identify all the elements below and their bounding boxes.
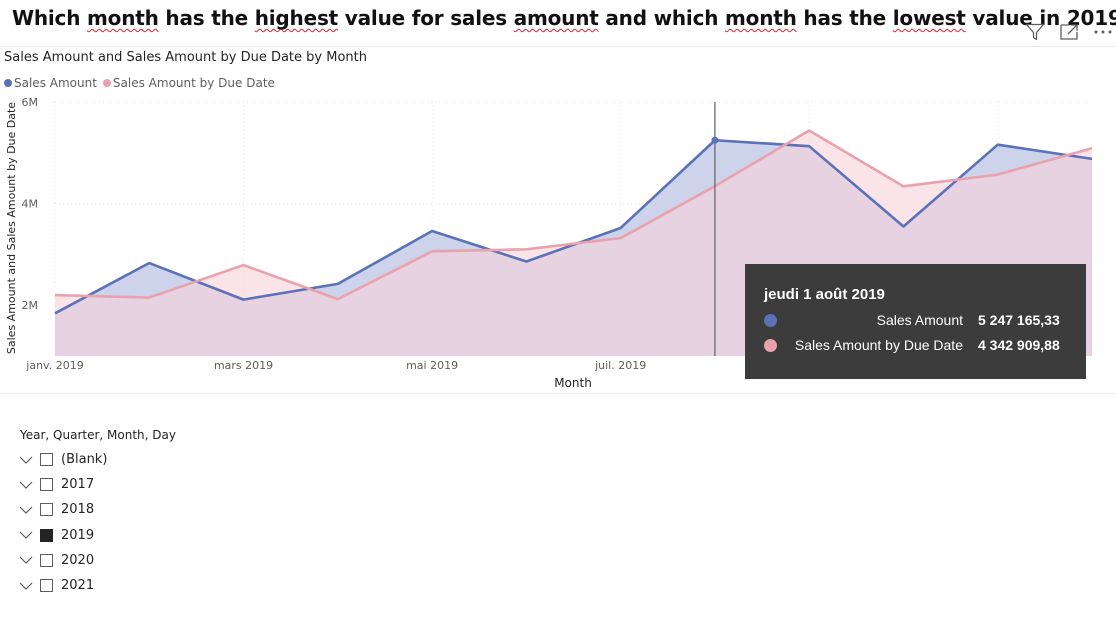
data-point xyxy=(807,144,811,148)
data-point xyxy=(430,229,434,233)
tooltip-row-sales-by-due-date: Sales Amount by Due Date 4 342 909,88 xyxy=(764,335,1066,355)
checkbox[interactable] xyxy=(40,478,53,492)
data-point xyxy=(619,236,623,240)
data-point xyxy=(336,297,340,301)
tooltip-value: 5 247 165,33 xyxy=(978,312,1060,328)
tooltip-value: 4 342 909,88 xyxy=(978,337,1060,353)
checkbox[interactable] xyxy=(40,453,53,467)
data-point xyxy=(996,143,1000,147)
date-hierarchy-slicer: (Blank) 2017 2018 2019 2020 2021 xyxy=(18,447,107,598)
data-point xyxy=(430,249,434,253)
data-point xyxy=(524,247,528,251)
slicer-item-label: 2017 xyxy=(61,477,95,493)
tooltip-label: Sales Amount xyxy=(876,312,963,328)
chevron-down-icon[interactable] xyxy=(18,454,34,466)
y-tick-label: 4M xyxy=(22,198,39,211)
slicer-item-label: 2018 xyxy=(61,502,95,518)
slicer-item-2021[interactable]: 2021 xyxy=(18,573,107,598)
chart-tooltip: jeudi 1 août 2019 Sales Amount 5 247 165… xyxy=(745,264,1086,379)
series-dot-icon xyxy=(764,313,777,327)
x-axis-title: Month xyxy=(554,376,592,390)
data-point xyxy=(901,224,905,228)
slicer-item-label: 2020 xyxy=(61,552,95,568)
chevron-down-icon[interactable] xyxy=(18,554,34,566)
data-point xyxy=(336,282,340,286)
checkbox[interactable] xyxy=(40,528,53,542)
series-dot-icon xyxy=(764,338,777,352)
x-tick-label: mars 2019 xyxy=(214,359,273,372)
data-point xyxy=(242,263,246,267)
data-point xyxy=(147,261,151,265)
data-point xyxy=(524,260,528,264)
visual-bottom-divider xyxy=(0,393,1116,394)
y-tick-label: 2M xyxy=(22,299,39,312)
chevron-down-icon[interactable] xyxy=(18,529,34,541)
chevron-down-icon[interactable] xyxy=(18,580,34,592)
slicer-item-2020[interactable]: 2020 xyxy=(18,548,107,573)
slicer-item-label: 2019 xyxy=(61,527,95,543)
tooltip-label: Sales Amount by Due Date xyxy=(794,337,963,353)
data-point xyxy=(53,311,57,315)
checkbox[interactable] xyxy=(40,553,53,567)
data-point xyxy=(996,173,1000,177)
tooltip-title: jeudi 1 août 2019 xyxy=(764,286,885,303)
checkbox[interactable] xyxy=(40,579,53,593)
x-tick-label: mai 2019 xyxy=(406,359,458,372)
slicer-item-2019[interactable]: 2019 xyxy=(18,523,107,548)
data-point xyxy=(1090,146,1094,150)
y-axis-title: Sales Amount and Sales Amount by Due Dat… xyxy=(5,102,18,354)
slicer-item-label: 2021 xyxy=(61,578,95,594)
data-point xyxy=(53,293,57,297)
data-point xyxy=(807,128,811,132)
slicer-item-2017[interactable]: 2017 xyxy=(18,472,107,497)
slicer-item-2018[interactable]: 2018 xyxy=(18,497,107,522)
tooltip-row-sales-amount: Sales Amount 5 247 165,33 xyxy=(764,310,1066,330)
slicer-item-blank[interactable]: (Blank) xyxy=(18,447,107,472)
checkbox[interactable] xyxy=(40,503,53,517)
data-point xyxy=(619,226,623,230)
hover-point xyxy=(711,136,719,144)
data-point xyxy=(147,296,151,300)
slicer-item-label: (Blank) xyxy=(61,452,108,468)
data-point xyxy=(242,298,246,302)
chevron-down-icon[interactable] xyxy=(18,479,34,491)
slicer-title: Year, Quarter, Month, Day xyxy=(20,428,176,442)
data-point xyxy=(901,184,905,188)
x-tick-label: janv. 2019 xyxy=(25,359,83,372)
y-tick-label: 6M xyxy=(22,96,39,109)
chevron-down-icon[interactable] xyxy=(18,504,34,516)
data-point xyxy=(1090,157,1094,161)
x-tick-label: juil. 2019 xyxy=(594,359,646,372)
